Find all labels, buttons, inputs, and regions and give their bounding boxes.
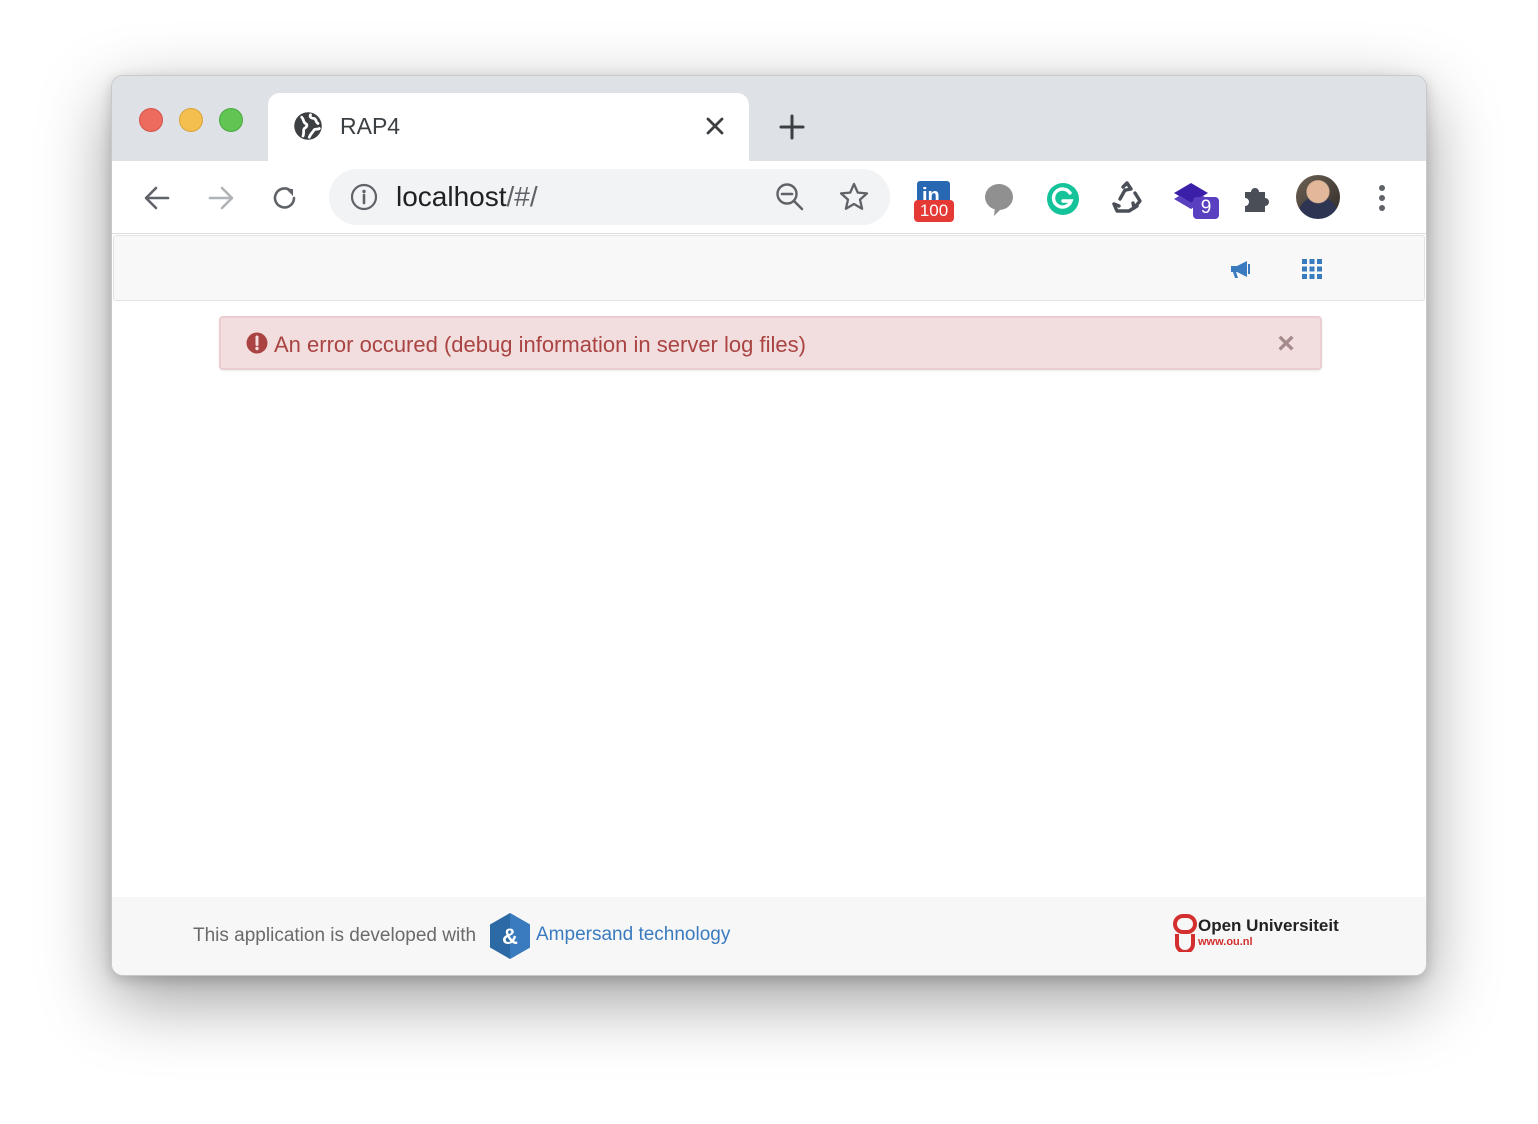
linkedin-extension[interactable]: in 100	[914, 179, 954, 222]
close-window-button[interactable]	[139, 108, 163, 132]
new-tab-icon[interactable]	[779, 114, 805, 140]
zoom-out-icon[interactable]	[774, 181, 806, 213]
back-arrow-icon[interactable]	[142, 183, 172, 213]
puzzle-extensions-icon[interactable]	[1236, 179, 1276, 219]
reload-icon[interactable]	[270, 183, 300, 213]
partner-url: www.ou.nl	[1198, 936, 1253, 948]
app-footer: This application is developed with & Amp…	[112, 897, 1426, 975]
ampersand-logo-char: &	[502, 924, 518, 949]
stack-badge: 9	[1193, 197, 1219, 219]
browser-toolbar: localhost/#/ in 100 9	[112, 161, 1426, 234]
ampersand-logo: &	[490, 913, 530, 959]
ampersand-technology-link[interactable]: Ampersand technology	[536, 924, 730, 946]
app-navbar	[113, 235, 1425, 301]
speech-bubble-icon[interactable]	[979, 179, 1019, 219]
url-text: localhost/#/	[396, 181, 538, 213]
minimize-window-button[interactable]	[179, 108, 203, 132]
url-host: localhost	[396, 181, 507, 212]
fullscreen-window-button[interactable]	[219, 108, 243, 132]
error-alert: An error occured (debug information in s…	[219, 316, 1322, 370]
tab-title: RAP4	[340, 113, 401, 139]
open-universiteit-logo-icon	[1173, 914, 1197, 952]
recycle-icon[interactable]	[1107, 179, 1147, 219]
linkedin-badge: 100	[914, 200, 954, 222]
page-content: An error occured (debug information in s…	[112, 234, 1426, 975]
tab-rap4[interactable]: RAP4	[268, 93, 749, 161]
forward-arrow-icon[interactable]	[206, 183, 236, 213]
info-icon[interactable]	[349, 182, 379, 212]
grammarly-icon[interactable]	[1043, 179, 1083, 219]
grid-icon[interactable]	[1300, 258, 1324, 280]
partner-name: Open Universiteit	[1198, 916, 1339, 935]
more-menu-icon[interactable]	[1370, 181, 1394, 215]
browser-window: RAP4 localhost/#/ in 100 9 An error occu…	[111, 75, 1427, 976]
close-tab-icon[interactable]	[704, 115, 726, 137]
close-alert-button[interactable]: ×	[1274, 329, 1298, 359]
bookmark-star-icon[interactable]	[838, 181, 870, 213]
exclamation-circle-icon	[246, 332, 268, 354]
bullhorn-icon[interactable]	[1228, 258, 1252, 280]
address-bar[interactable]: localhost/#/	[329, 169, 890, 225]
error-message: An error occured (debug information in s…	[274, 332, 806, 357]
stack-extension[interactable]: 9	[1171, 179, 1219, 219]
profile-avatar[interactable]	[1296, 175, 1340, 219]
url-path: /#/	[506, 181, 538, 212]
tab-strip: RAP4	[112, 76, 1426, 161]
globe-icon	[294, 112, 322, 140]
footer-credit-text: This application is developed with	[193, 925, 477, 946]
